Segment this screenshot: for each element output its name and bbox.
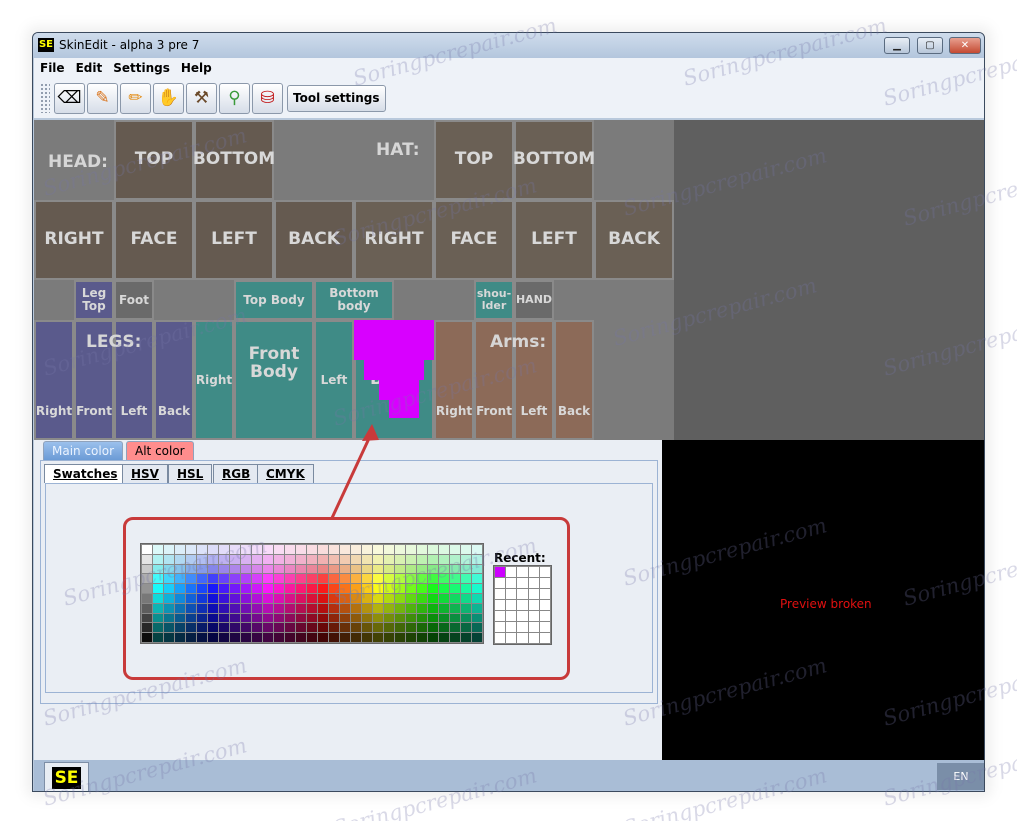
pencil-icon: ✏ xyxy=(128,88,143,108)
hat-right-cell[interactable]: RIGHT xyxy=(354,200,434,280)
preview-status: Preview broken xyxy=(780,597,872,611)
head-bottom-cell[interactable]: BOTTOM xyxy=(193,120,275,200)
head-right-cell[interactable]: RIGHT xyxy=(34,200,114,280)
arms-section-label: Arms: xyxy=(490,332,547,352)
paint-bucket-tool-button[interactable]: ⛁ xyxy=(252,82,283,114)
preview-panel: Preview broken xyxy=(662,440,984,760)
head-left-cell[interactable]: LEFT xyxy=(194,200,274,280)
tab-hsl[interactable]: HSL xyxy=(168,464,213,483)
toolbar: ⌫ ✎ ✏ ✋ ⚒ ⚲ ⛁ Tool settings xyxy=(34,78,984,118)
painted-region xyxy=(354,320,434,360)
hammer-wrench-icon: ⚒ xyxy=(193,88,210,108)
minimize-icon: ▁ xyxy=(893,40,901,51)
glove-icon: ✋ xyxy=(157,88,180,108)
hat-left-cell[interactable]: LEFT xyxy=(514,200,594,280)
head-face-cell[interactable]: FACE xyxy=(114,200,194,280)
app-logo-icon: SE xyxy=(38,38,54,52)
taskbar-app-button[interactable]: SE xyxy=(44,762,89,791)
body-right-cell[interactable]: Right xyxy=(194,320,234,440)
tab-alt-color[interactable]: Alt color xyxy=(126,441,194,460)
eraser-icon: ⌫ xyxy=(57,88,82,108)
pencil-cross-icon: ✎ xyxy=(95,88,110,108)
foot-cell[interactable]: Foot xyxy=(114,280,154,320)
hat-top-cell[interactable]: TOP xyxy=(434,120,514,200)
tab-main-color[interactable]: Main color xyxy=(43,441,124,460)
bottom-body-cell[interactable]: Bottom body xyxy=(314,280,394,320)
title-bar[interactable]: SE SkinEdit - alpha 3 pre 7 ▁ ▢ ✕ xyxy=(33,33,984,58)
close-button[interactable]: ✕ xyxy=(949,37,981,54)
menu-settings[interactable]: Settings xyxy=(113,61,170,75)
menu-help[interactable]: Help xyxy=(181,61,212,75)
painted-region xyxy=(364,360,424,380)
hand-cell[interactable]: HAND xyxy=(514,280,554,320)
hammer-wrench-tool-button[interactable]: ⚒ xyxy=(186,82,217,114)
window-title: SkinEdit - alpha 3 pre 7 xyxy=(59,38,200,52)
eyedropper-tool-button[interactable]: ⚲ xyxy=(219,82,250,114)
menu-file[interactable]: File xyxy=(40,61,65,75)
maximize-button[interactable]: ▢ xyxy=(917,37,943,54)
menu-edit[interactable]: Edit xyxy=(76,61,103,75)
tab-cmyk[interactable]: CMYK xyxy=(257,464,314,483)
tab-swatches[interactable]: Swatches xyxy=(44,464,127,483)
shoulder-cell[interactable]: shou-lder xyxy=(474,280,514,320)
eyedropper-icon: ⚲ xyxy=(228,88,241,108)
paint-bucket-icon: ⛁ xyxy=(260,88,275,108)
hat-face-cell[interactable]: FACE xyxy=(434,200,514,280)
pencil-cross-tool-button[interactable]: ✎ xyxy=(87,82,118,114)
pencil-tool-button[interactable]: ✏ xyxy=(120,82,151,114)
menu-bar: File Edit Settings Help xyxy=(34,58,984,78)
tab-hsv[interactable]: HSV xyxy=(122,464,168,483)
tool-settings-button[interactable]: Tool settings xyxy=(287,84,386,112)
language-indicator[interactable]: EN xyxy=(937,763,984,790)
hat-section-label: HAT: xyxy=(376,140,420,160)
head-section-label: HEAD: xyxy=(48,152,108,172)
toolbar-grip-icon[interactable] xyxy=(40,83,50,113)
glove-tool-button[interactable]: ✋ xyxy=(153,82,184,114)
eraser-tool-button[interactable]: ⌫ xyxy=(54,82,85,114)
hat-bottom-cell[interactable]: BOTTOM xyxy=(513,120,595,200)
app-logo-icon: SE xyxy=(51,766,82,789)
top-body-cell[interactable]: Top Body xyxy=(234,280,314,320)
body-front-cell[interactable]: Front Body xyxy=(234,320,314,440)
head-back-cell[interactable]: BACK xyxy=(274,200,354,280)
leg-back-cell[interactable]: Back xyxy=(154,320,194,440)
taskbar: SE EN xyxy=(34,760,984,791)
skin-canvas-empty-area xyxy=(674,120,984,440)
arm-right-cell[interactable]: Right xyxy=(434,320,474,440)
hat-back-cell[interactable]: BACK xyxy=(594,200,674,280)
arm-back-cell[interactable]: Back xyxy=(554,320,594,440)
minimize-button[interactable]: ▁ xyxy=(884,37,910,54)
head-top-cell[interactable]: TOP xyxy=(114,120,194,200)
close-icon: ✕ xyxy=(960,40,970,51)
highlight-box xyxy=(123,517,570,680)
maximize-icon: ▢ xyxy=(925,40,935,51)
painted-region xyxy=(389,400,419,418)
skin-canvas[interactable]: HEAD: TOP BOTTOM HAT: TOP BOTTOM RIGHT F… xyxy=(34,120,674,440)
painted-region xyxy=(379,380,419,400)
leg-right-cell[interactable]: Right xyxy=(34,320,74,440)
leg-top-cell[interactable]: Leg Top xyxy=(74,280,114,320)
legs-section-label: LEGS: xyxy=(86,332,142,352)
body-left-cell[interactable]: Left xyxy=(314,320,354,440)
tab-rgb[interactable]: RGB xyxy=(213,464,260,483)
